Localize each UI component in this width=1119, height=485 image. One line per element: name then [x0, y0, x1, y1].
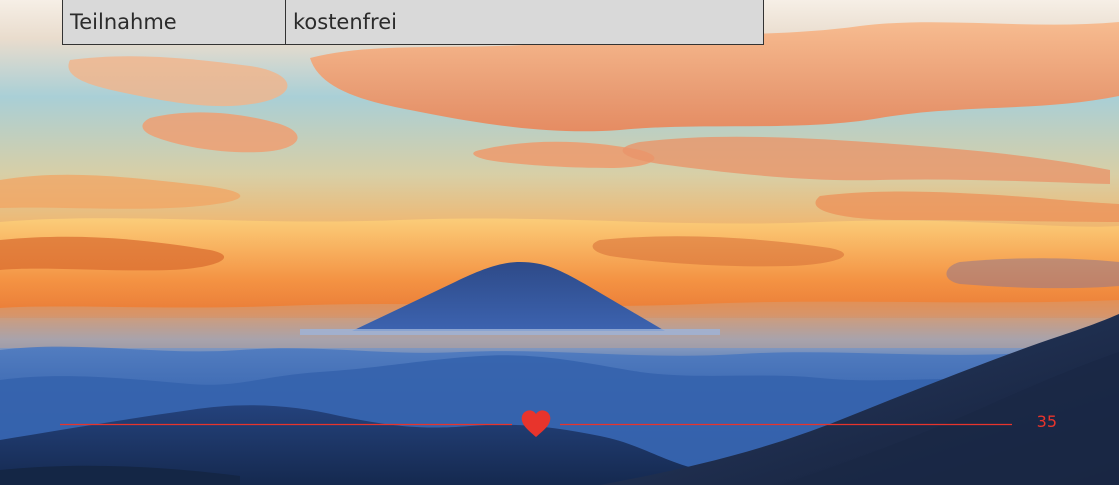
table-row: Teilnahme kostenfrei	[62, 0, 764, 45]
sunrise-mountain-photo	[0, 0, 1119, 485]
page-number: 35	[1036, 412, 1057, 431]
brochure-page: Teilnahme kostenfrei 35	[0, 0, 1119, 485]
table-label-cell: Teilnahme	[62, 0, 286, 45]
table-value-cell: kostenfrei	[285, 0, 764, 45]
info-table: Teilnahme kostenfrei	[62, 0, 764, 45]
